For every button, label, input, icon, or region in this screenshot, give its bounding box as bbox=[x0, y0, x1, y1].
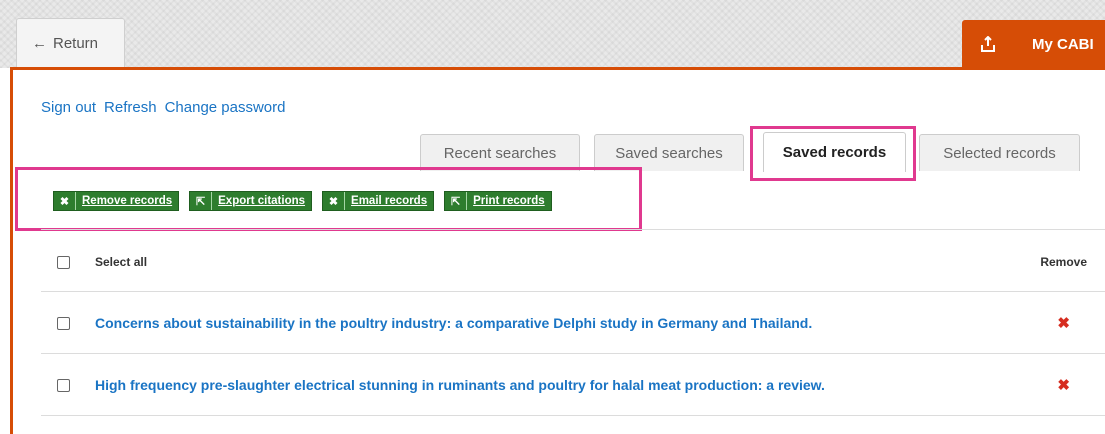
external-link-icon: ⇱ bbox=[190, 192, 213, 210]
record-title-link[interactable]: High frequency pre-slaughter electrical … bbox=[95, 377, 825, 393]
email-records-button[interactable]: ✖ Email records bbox=[322, 191, 435, 211]
top-bar bbox=[0, 0, 1105, 68]
sign-out-link[interactable]: Sign out bbox=[41, 99, 96, 116]
record-checkbox[interactable] bbox=[57, 378, 70, 392]
return-label: Return bbox=[53, 35, 99, 52]
select-all-label: Select all bbox=[95, 255, 148, 269]
export-tray-icon bbox=[980, 36, 1006, 52]
tab-saved-searches[interactable]: Saved searches bbox=[594, 134, 744, 171]
tab-saved-records[interactable]: Saved records bbox=[763, 132, 906, 172]
my-cabi-label: My CABI bbox=[1032, 35, 1094, 53]
close-icon: ✖ bbox=[54, 192, 76, 210]
return-button[interactable]: ← Return bbox=[16, 18, 125, 68]
tab-selected-records[interactable]: Selected records bbox=[919, 134, 1080, 171]
record-title-link[interactable]: Concerns about sustainability in the pou… bbox=[95, 315, 812, 331]
divider bbox=[41, 415, 1105, 416]
select-all-checkbox[interactable] bbox=[57, 255, 70, 269]
my-cabi-tab[interactable]: My CABI bbox=[962, 20, 1105, 68]
external-link-icon: ⇱ bbox=[445, 192, 468, 210]
close-icon: ✖ bbox=[323, 192, 346, 210]
divider bbox=[41, 291, 1105, 292]
tab-recent-searches[interactable]: Recent searches bbox=[420, 134, 580, 171]
print-records-button[interactable]: ⇱ Print records bbox=[444, 191, 552, 211]
change-password-link[interactable]: Change password bbox=[165, 99, 286, 116]
divider bbox=[41, 353, 1105, 354]
record-checkbox[interactable] bbox=[57, 316, 70, 330]
record-actions: ✖ Remove records ⇱ Export citations ✖ Em… bbox=[53, 191, 552, 211]
refresh-link[interactable]: Refresh bbox=[104, 99, 157, 116]
table-row: Concerns about sustainability in the pou… bbox=[41, 312, 1105, 334]
arrow-left-icon: ← bbox=[32, 35, 47, 52]
remove-column-header: Remove bbox=[1040, 255, 1087, 269]
remove-record-icon[interactable]: ✖ bbox=[1057, 314, 1070, 332]
account-links: Sign out Refresh Change password bbox=[41, 99, 286, 116]
remove-record-icon[interactable]: ✖ bbox=[1057, 376, 1070, 394]
my-cabi-panel: Sign out Refresh Change password Recent … bbox=[10, 67, 1105, 434]
export-citations-button[interactable]: ⇱ Export citations bbox=[189, 191, 313, 211]
remove-records-button[interactable]: ✖ Remove records bbox=[53, 191, 180, 211]
table-row: High frequency pre-slaughter electrical … bbox=[41, 374, 1105, 396]
divider bbox=[41, 229, 1105, 230]
select-all-row: Select all Remove bbox=[41, 251, 1105, 273]
